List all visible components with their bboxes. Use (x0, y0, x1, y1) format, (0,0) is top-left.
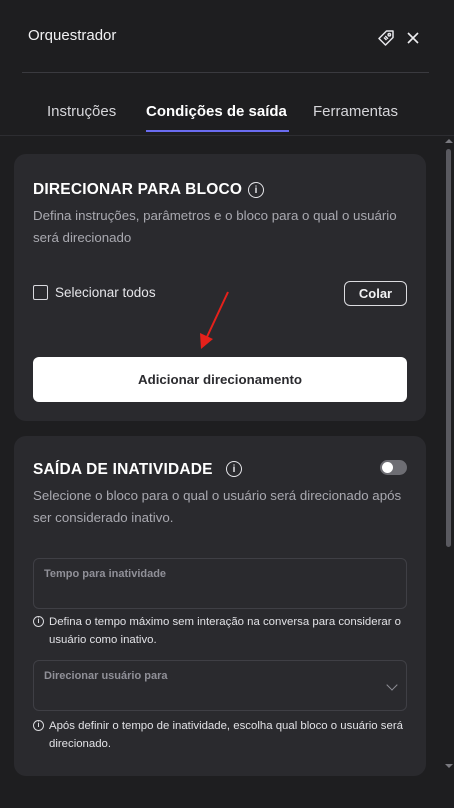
redirect-card-description: Defina instruções, parâmetros e o bloco … (33, 208, 397, 245)
info-icon: i (33, 720, 44, 731)
select-all-label: Selecionar todos (55, 285, 156, 300)
add-redirect-button[interactable]: Adicionar direcionamento (33, 357, 407, 402)
redirect-card-title: DIRECIONAR PARA BLOCO (33, 181, 243, 198)
inactivity-card: SAÍDA DE INATIVIDADE i Selecione o bloco… (14, 436, 426, 776)
tab-instrucoes[interactable]: Instruções (47, 103, 116, 120)
inactivity-timeout-hint: i Defina o tempo máximo sem interação na… (33, 613, 405, 649)
select-all-row[interactable]: Selecionar todos (33, 285, 156, 300)
toggle-knob (382, 462, 393, 473)
redirect-user-label: Direcionar usuário para (44, 670, 168, 682)
redirect-user-hint-text: Após definir o tempo de inatividade, esc… (49, 720, 403, 750)
redirect-user-hint: i Após definir o tempo de inatividade, e… (33, 717, 405, 753)
panel-header: Orquestrador (0, 0, 454, 73)
tag-icon[interactable] (376, 28, 396, 48)
annotation-arrow-icon (200, 291, 229, 349)
redirect-card: DIRECIONAR PARA BLOCO i Defina instruçõe… (14, 154, 426, 421)
scrollbar[interactable] (444, 137, 454, 775)
scroll-up-arrow[interactable] (445, 139, 453, 143)
info-icon[interactable]: i (248, 182, 264, 198)
scroll-thumb[interactable] (446, 149, 451, 547)
tab-ferramentas[interactable]: Ferramentas (313, 103, 398, 120)
tab-condicoes-de-saida[interactable]: Condições de saída (146, 103, 287, 120)
inactivity-toggle[interactable] (380, 460, 407, 475)
close-icon[interactable] (403, 28, 423, 48)
select-all-checkbox[interactable] (33, 285, 48, 300)
inactivity-card-description: Selecione o bloco para o qual o usuário … (33, 488, 402, 525)
tab-bar: Instruções Condições de saída Ferramenta… (0, 73, 454, 136)
inactivity-card-title: SAÍDA DE INATIVIDADE (33, 461, 213, 478)
paste-button[interactable]: Colar (344, 281, 407, 306)
info-icon[interactable]: i (226, 461, 242, 477)
scroll-down-arrow[interactable] (445, 764, 453, 768)
info-icon: i (33, 616, 44, 627)
inactivity-timeout-hint-text: Defina o tempo máximo sem interação na c… (49, 616, 402, 646)
chevron-down-icon[interactable] (386, 679, 398, 691)
inactivity-timeout-label: Tempo para inatividade (44, 568, 167, 580)
redirect-user-select[interactable]: Direcionar usuário para (33, 660, 407, 711)
active-tab-indicator (146, 130, 289, 132)
inactivity-timeout-field[interactable]: Tempo para inatividade (33, 558, 407, 609)
panel-title: Orquestrador (28, 27, 117, 44)
